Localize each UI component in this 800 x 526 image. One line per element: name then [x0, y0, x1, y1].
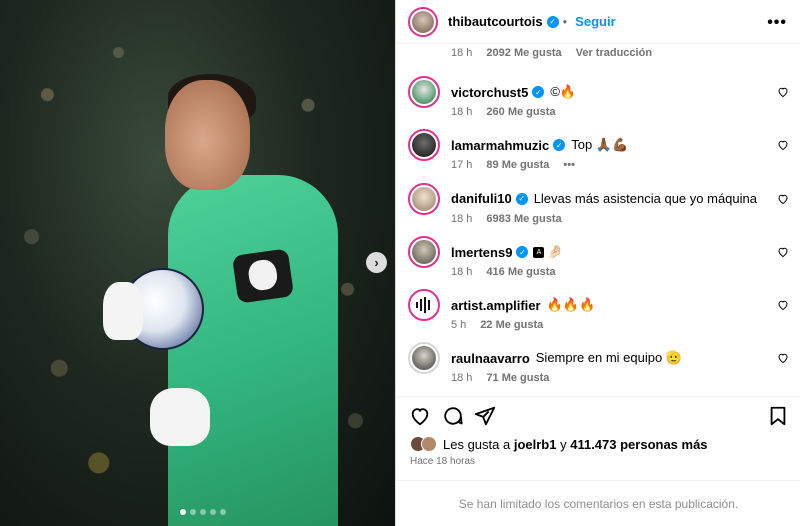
comment-username[interactable]: victorchust5 — [451, 85, 528, 100]
post-photo[interactable]: › — [0, 0, 395, 526]
comment-likes[interactable]: 22 Me gusta — [480, 319, 543, 331]
comment-username[interactable]: lmertens9 — [451, 245, 512, 260]
comment-time: 18 h — [451, 106, 473, 118]
comment-username[interactable]: artist.amplifier — [451, 298, 541, 313]
comment-time: 18 h — [451, 266, 473, 278]
glove-left — [103, 282, 143, 340]
commenter-avatar[interactable] — [408, 289, 440, 321]
comment-time: 18 h — [451, 213, 473, 225]
comment-icon[interactable] — [442, 405, 464, 427]
comment-item: raulnaavarro Siempre en mi equipo 🫡 18 h… — [396, 342, 800, 394]
translate-link[interactable]: Ver traducción — [576, 47, 652, 59]
heart-icon[interactable] — [409, 405, 431, 427]
heart-icon[interactable] — [777, 86, 789, 98]
comment-time: 18 h — [451, 372, 473, 384]
comment-text: Top 🙏🏾💪🏾 — [571, 137, 629, 152]
heart-icon[interactable] — [777, 246, 789, 258]
comment-text: Llevas más asistencia que yo máquina — [533, 191, 757, 206]
heart-icon[interactable] — [777, 139, 789, 151]
verified-icon: ✓ — [546, 15, 559, 28]
commenter-avatar[interactable] — [408, 342, 440, 374]
heart-icon[interactable] — [777, 299, 789, 311]
caption-likes[interactable]: 2092 Me gusta — [486, 47, 561, 59]
comment-text: 🤌🏻 — [547, 244, 564, 259]
commenter-avatar[interactable] — [408, 236, 440, 268]
comment-item: lmertens9 ✓ A 🤌🏻 18 h 416 Me gusta — [396, 236, 800, 288]
verified-icon: ✓ — [515, 192, 528, 205]
comment-time: 5 h — [451, 319, 467, 331]
post-panel: thibautcourtois ✓ • Seguir ••• 18 h 2092… — [395, 0, 800, 526]
share-icon[interactable] — [474, 405, 496, 427]
carousel-dot — [180, 509, 186, 515]
comment-text: 🔥🔥🔥 — [546, 297, 596, 312]
bookmark-icon[interactable] — [767, 405, 789, 427]
comment-likes[interactable]: 416 Me gusta — [486, 266, 555, 278]
comment-username[interactable]: danifuli10 — [451, 191, 512, 206]
goalkeeper-head — [165, 80, 250, 190]
verified-icon: ✓ — [532, 86, 545, 98]
liker-avatar — [421, 436, 437, 452]
likes-first-user[interactable]: joelrb1 — [514, 437, 557, 452]
verified-icon: ✓ — [553, 139, 566, 151]
comment-likes[interactable]: 71 Me gusta — [486, 372, 549, 384]
comment-text: ©🔥 — [550, 84, 577, 99]
comment-more-icon[interactable]: ••• — [563, 159, 575, 171]
club-crest — [246, 258, 279, 292]
comment-likes[interactable]: 260 Me gusta — [486, 106, 555, 118]
commenter-avatar[interactable] — [408, 183, 440, 215]
carousel-dot — [220, 509, 226, 515]
comment-item: artist.amplifier 🔥🔥🔥 5 h 22 Me gusta — [396, 289, 800, 341]
app-badge-icon: A — [533, 246, 545, 258]
glove-right — [150, 388, 210, 446]
verified-icon: ✓ — [516, 246, 529, 258]
sound-wave-icon — [416, 297, 430, 313]
commenter-avatar[interactable] — [408, 76, 440, 108]
comment-item: lamarmahmuzic ✓ Top 🙏🏾💪🏾 17 h 89 Me gust… — [396, 129, 800, 181]
author-username[interactable]: thibautcourtois — [448, 14, 543, 29]
liker-avatars — [410, 436, 437, 452]
comment-username[interactable]: raulnaavarro — [451, 351, 530, 366]
comment-likes[interactable]: 6983 Me gusta — [486, 213, 561, 225]
likes-others[interactable]: 411.473 personas más — [570, 437, 707, 452]
comment-text: Siempre en mi equipo 🫡 — [535, 350, 683, 365]
goalkeeper-shirt — [168, 175, 338, 526]
post-header: thibautcourtois ✓ • Seguir ••• — [396, 0, 800, 44]
comment-item: victorchust5 ✓ ©🔥 18 h 260 Me gusta — [396, 76, 800, 128]
chevron-right-icon[interactable]: › — [366, 252, 387, 273]
post-timestamp: Hace 18 horas — [410, 456, 476, 467]
author-avatar[interactable] — [408, 6, 438, 37]
heart-icon[interactable] — [777, 193, 789, 205]
carousel-dot — [190, 509, 196, 515]
carousel-dots — [180, 509, 226, 515]
comment-likes[interactable]: 89 Me gusta — [486, 159, 549, 171]
follow-button[interactable]: Seguir — [575, 14, 615, 29]
comment-username[interactable]: lamarmahmuzic — [451, 138, 549, 153]
heart-icon[interactable] — [777, 352, 789, 364]
post-action-bar — [396, 396, 800, 432]
captain-armband — [231, 248, 295, 304]
commenter-avatar[interactable] — [408, 129, 440, 161]
more-options-icon[interactable]: ••• — [767, 14, 787, 32]
caption-time: 18 h — [451, 47, 473, 59]
likes-prefix: Les gusta a — [443, 436, 511, 452]
comments-limited-notice: Se han limitado los comentarios en esta … — [396, 480, 800, 526]
comment-item: danifuli10 ✓ Llevas más asistencia que y… — [396, 183, 800, 235]
carousel-dot — [210, 509, 216, 515]
comment-time: 17 h — [451, 159, 473, 171]
likes-connector: y — [560, 436, 567, 452]
carousel-dot — [200, 509, 206, 515]
likes-summary[interactable]: Les gusta a joelrb1 y 411.473 personas m… — [410, 436, 708, 452]
caption-meta: 18 h 2092 Me gusta Ver traducción — [451, 47, 652, 59]
